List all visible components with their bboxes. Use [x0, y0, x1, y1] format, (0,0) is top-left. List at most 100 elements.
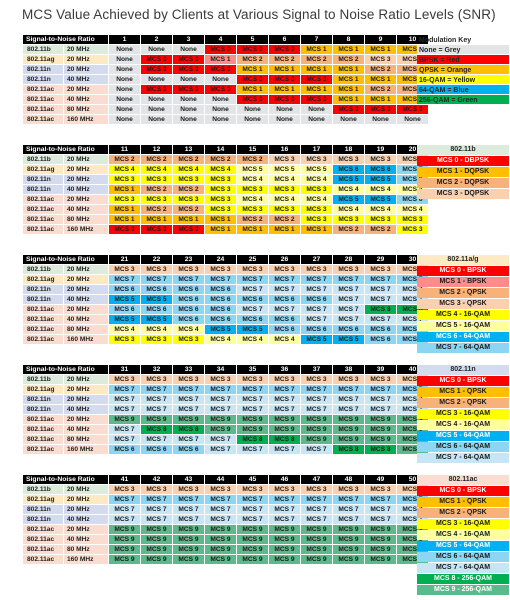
mcs-value-cell: MCS 7	[237, 445, 268, 454]
mcs-value-cell: MCS 0	[205, 85, 236, 94]
mcs-value-cell: MCS 9	[141, 535, 172, 544]
mcs-value-cell: None	[205, 95, 236, 104]
row-standard-label: 802.11b	[23, 45, 63, 54]
mcs-value-cell: MCS 7	[237, 395, 268, 404]
mcs-value-cell: MCS 9	[141, 415, 172, 424]
mcs-value-cell: MCS 7	[237, 305, 268, 314]
mcs-value-cell: MCS 7	[269, 445, 300, 454]
table-row: 802.11ag 20 MHz MCS 7 MCS 7 MCS 7 MCS 7 MCS 7M…	[23, 495, 428, 504]
snr-table-block: Signal-to-Noise Ratio 41 42 43 44 45 46 47 48 49 5…	[22, 474, 429, 565]
mcs-value-cell: MCS 9	[269, 525, 300, 534]
table-row: 802.11ac 80 MHz MCS 4 MCS 4 MCS 4 MCS 5 MCS 5M…	[23, 325, 428, 334]
mcs-value-cell: MCS 1	[365, 95, 396, 104]
mcs-value-cell: MCS 2	[237, 55, 268, 64]
mcs-value-cell: MCS 9	[141, 555, 172, 564]
standard-legend-item: MCS 5 - 64-QAM	[417, 431, 509, 441]
mcs-value-cell: MCS 3	[365, 265, 396, 274]
mcs-value-cell: MCS 3	[365, 485, 396, 494]
mcs-value-cell: MCS 6	[205, 315, 236, 324]
table-row: 802.11ac 80 MHz MCS 1 MCS 1 MCS 1 MCS 1 MCS 2M…	[23, 215, 428, 224]
snr-table-block: Signal-to-Noise Ratio 11 12 13 14 15 16 17 18 19 2…	[22, 144, 429, 235]
row-bandwidth-label: 160 MHz	[64, 115, 108, 124]
standard-legend-item: MCS 3 - DQPSK	[417, 189, 509, 199]
mcs-value-cell: MCS 9	[205, 425, 236, 434]
mcs-value-cell: MCS 9	[109, 525, 140, 534]
row-bandwidth-label: 20 MHz	[64, 385, 108, 394]
mcs-value-cell: MCS 9	[173, 555, 204, 564]
snr-column-header: 8	[333, 35, 364, 44]
mcs-value-cell: MCS 1	[109, 185, 140, 194]
table-row: 802.11n 40 MHz MCS 5 MCS 5 MCS 6 MCS 6 MCS 6 MC…	[23, 295, 428, 304]
mcs-value-cell: MCS 9	[269, 555, 300, 564]
mcs-value-cell: None	[141, 105, 172, 114]
mcs-value-cell: MCS 7	[205, 505, 236, 514]
mcs-value-cell: None	[141, 45, 172, 54]
standard-legend-item: MCS 3 - 16-QAM	[417, 519, 509, 529]
standard-legend-item: MCS 0 - BPSK	[417, 486, 509, 496]
snr-column-header: 15	[237, 145, 268, 154]
mcs-value-cell: None	[141, 75, 172, 84]
mcs-value-cell: MCS 6	[269, 325, 300, 334]
mcs-value-cell: MCS 3	[269, 485, 300, 494]
row-bandwidth-label: 160 MHz	[64, 555, 108, 564]
standard-legend-item: MCS 6 - 64-QAM	[417, 442, 509, 452]
standard-legend-item: MCS 8 - 256-QAM	[417, 574, 509, 584]
snr-column-header: 37	[301, 365, 332, 374]
standard-legend-item: MCS 1 - BPSK	[417, 277, 509, 287]
mcs-value-cell: MCS 4	[237, 335, 268, 344]
table-row: 802.11b 20 MHz MCS 2 MCS 2 MCS 2 MCS 2 MCS 2 MC…	[23, 155, 428, 164]
standard-legend: 802.11a/g MCS 0 - BPSK MCS 1 - BPSK MCS 2 -…	[417, 255, 509, 354]
mcs-value-cell: MCS 9	[237, 535, 268, 544]
snr-column-header: 24	[205, 255, 236, 264]
mcs-value-cell: MCS 7	[141, 495, 172, 504]
mcs-value-cell: MCS 4	[365, 205, 396, 214]
row-bandwidth-label: 20 MHz	[64, 305, 108, 314]
mcs-value-cell: MCS 6	[205, 305, 236, 314]
mcs-value-cell: MCS 0	[301, 95, 332, 104]
row-standard-label: 802.11ac	[23, 115, 63, 124]
mcs-value-cell: MCS 7	[269, 275, 300, 284]
row-bandwidth-label: 40 MHz	[64, 515, 108, 524]
snr-column-header: 46	[269, 475, 300, 484]
mcs-value-cell: MCS 7	[237, 505, 268, 514]
table-row: 802.11n 40 MHz MCS 7 MCS 7 MCS 7 MCS 7 MCS 7 MC…	[23, 405, 428, 414]
mcs-value-cell: MCS 7	[109, 405, 140, 414]
mcs-value-cell: MCS 9	[109, 415, 140, 424]
mcs-value-cell: MCS 5	[205, 325, 236, 334]
standard-legend: 802.11n MCS 0 - BPSK MCS 1 - QPSK MCS 2 - Q…	[417, 365, 509, 464]
mcs-value-cell: MCS 4	[301, 175, 332, 184]
snr-column-header: 17	[301, 145, 332, 154]
mcs-value-cell: MCS 0	[173, 65, 204, 74]
table-row: 802.11n 40 MHz MCS 1 MCS 2 MCS 2 MCS 3 MCS 3 MC…	[23, 185, 428, 194]
row-standard-label: 802.11ac	[23, 415, 63, 424]
table-row: 802.11ag 20 MHz MCS 7 MCS 7 MCS 7 MCS 7 MCS 7M…	[23, 275, 428, 284]
mcs-value-cell: MCS 7	[173, 505, 204, 514]
mcs-value-cell: MCS 3	[237, 375, 268, 384]
mcs-value-cell: MCS 1	[333, 75, 364, 84]
mcs-value-cell: MCS 7	[333, 315, 364, 324]
snr-column-header: 1	[109, 35, 140, 44]
snr-column-header: 43	[173, 475, 204, 484]
table-header-row: Signal-to-Noise Ratio 1 2 3 4 5 6 7 8 9 10	[23, 35, 428, 44]
mcs-value-cell: MCS 3	[141, 175, 172, 184]
mcs-value-cell: MCS 1	[365, 45, 396, 54]
table-row: 802.11n 20 MHz None MCS 0 MCS 0 MCS 0 MCS 1 MCS…	[23, 65, 428, 74]
row-bandwidth-label: 20 MHz	[64, 485, 108, 494]
snr-column-header: 44	[205, 475, 236, 484]
row-bandwidth-label: 20 MHz	[64, 45, 108, 54]
standard-legend-item: MCS 7 - 64-QAM	[417, 453, 509, 463]
mcs-value-cell: MCS 9	[365, 435, 396, 444]
row-standard-label: 802.11ag	[23, 55, 63, 64]
table-row: 802.11ac 20 MHz None MCS 0 MCS 0 MCS 0 MCS 1 MC…	[23, 85, 428, 94]
mcs-value-cell: MCS 0	[269, 45, 300, 54]
mcs-value-cell: MCS 3	[173, 375, 204, 384]
mcs-value-cell: MCS 6	[141, 445, 172, 454]
mcs-value-cell: MCS 6	[365, 325, 396, 334]
table-row: 802.11ag 20 MHz MCS 7 MCS 7 MCS 7 MCS 7 MCS 7M…	[23, 385, 428, 394]
mcs-value-cell: MCS 7	[269, 395, 300, 404]
standard-legend: 802.11ac MCS 0 - BPSK MCS 1 - QPSK MCS 2 - …	[417, 475, 509, 596]
row-standard-label: 802.11b	[23, 155, 63, 164]
row-standard-label: 802.11ac	[23, 325, 63, 334]
table-row: 802.11n 20 MHz MCS 6 MCS 6 MCS 6 MCS 6 MCS 7 MC…	[23, 285, 428, 294]
mcs-value-cell: MCS 9	[365, 425, 396, 434]
